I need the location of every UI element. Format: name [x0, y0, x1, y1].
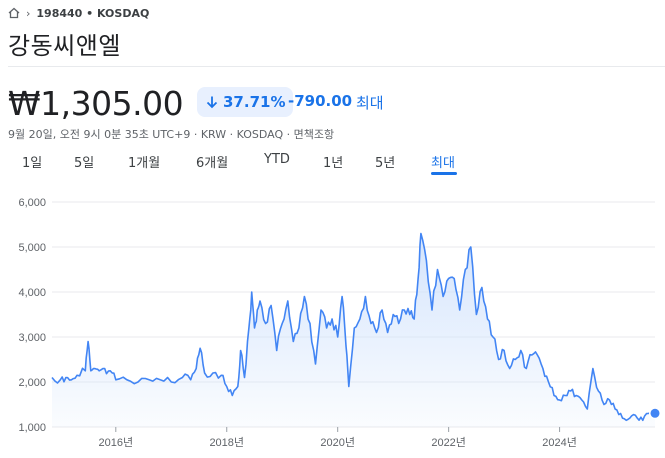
page-title: 강동씨앤엘	[8, 32, 121, 60]
y-tick-label: 5,000	[18, 242, 46, 254]
percent-change-badge: 37.71%	[197, 87, 294, 117]
tab-1d[interactable]: 1일	[22, 152, 42, 174]
tab-1y[interactable]: 1년	[323, 152, 343, 174]
divider	[8, 66, 665, 67]
x-tick-label: 2022년	[431, 436, 466, 449]
tab-max[interactable]: 최대	[431, 152, 455, 174]
active-tab-indicator	[431, 172, 457, 175]
y-tick-label: 6,000	[18, 197, 46, 209]
x-tick-label: 2020년	[320, 436, 355, 449]
tab-ytd[interactable]: YTD	[264, 152, 290, 174]
y-tick-label: 2,000	[18, 377, 46, 389]
change-period: 최대	[356, 94, 384, 112]
x-tick-label: 2016년	[98, 436, 133, 449]
absolute-change: -790.00	[288, 92, 353, 110]
chevron-right-icon: ›	[26, 6, 31, 20]
x-tick-label: 2018년	[209, 436, 244, 449]
y-axis: 6,000 5,000 4,000 3,000 2,000 1,000	[18, 197, 46, 434]
y-tick-label: 3,000	[18, 332, 46, 344]
last-point-marker	[650, 408, 660, 418]
tab-5y[interactable]: 5년	[375, 152, 395, 174]
tab-1m[interactable]: 1개월	[128, 152, 160, 174]
price-meta: 9월 20일, 오전 9시 0분 35초 UTC+9 · KRW · KOSDA…	[8, 128, 335, 141]
x-axis: 2016년 2018년 2020년 2022년 2024년	[98, 427, 577, 449]
percent-change: 37.71%	[223, 93, 286, 111]
home-icon[interactable]	[8, 7, 20, 19]
y-tick-label: 4,000	[18, 287, 46, 299]
range-tabs: 1일 5일 1개월 6개월 YTD 1년 5년 최대	[0, 152, 665, 178]
price-chart[interactable]: 6,000 5,000 4,000 3,000 2,000 1,000 2016년 2018…	[0, 188, 665, 458]
ticker-label[interactable]: 198440 • KOSDAQ	[36, 7, 149, 20]
tab-5d[interactable]: 5일	[74, 152, 94, 174]
current-price: ₩1,305.00	[8, 84, 184, 123]
tab-6m[interactable]: 6개월	[196, 152, 228, 174]
chart-series	[51, 232, 661, 427]
breadcrumb: › 198440 • KOSDAQ	[8, 6, 149, 20]
arrow-down-icon	[206, 96, 218, 109]
x-tick-label: 2024년	[542, 436, 577, 449]
y-tick-label: 1,000	[18, 422, 46, 434]
